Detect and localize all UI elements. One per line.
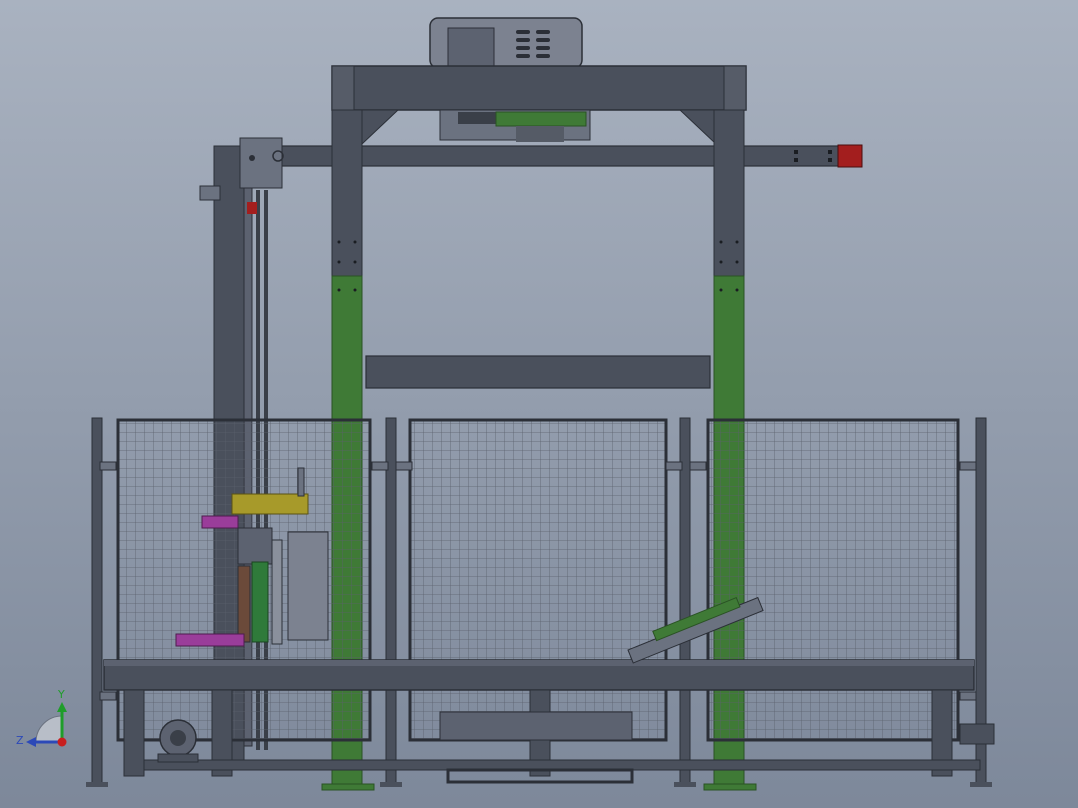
z-axis-label: Z	[16, 734, 24, 747]
mast-red-sensor	[247, 202, 257, 214]
magenta-bracket-lower	[175, 633, 245, 647]
gear-drive-unit[interactable]	[439, 109, 591, 142]
roller-conveyor[interactable]	[103, 659, 975, 691]
y-axis-label: Y	[57, 688, 65, 701]
machine-drawing[interactable]: Y Z	[0, 0, 1078, 808]
middle-cross-beam[interactable]	[365, 355, 711, 389]
magenta-bracket-upper	[201, 515, 239, 529]
top-motor-housing[interactable]	[429, 17, 583, 69]
arm-end-red-cap	[837, 144, 863, 168]
conveyor-drive-motor[interactable]	[157, 719, 199, 763]
cad-viewport[interactable]: Y Z	[0, 0, 1078, 808]
film-roll	[287, 531, 329, 641]
x-axis-dot	[57, 737, 67, 747]
fence-panel-right[interactable]	[706, 418, 960, 742]
top-gantry-beam[interactable]	[331, 65, 747, 111]
yellow-carriage-block	[231, 493, 309, 515]
green-roller	[251, 561, 269, 643]
